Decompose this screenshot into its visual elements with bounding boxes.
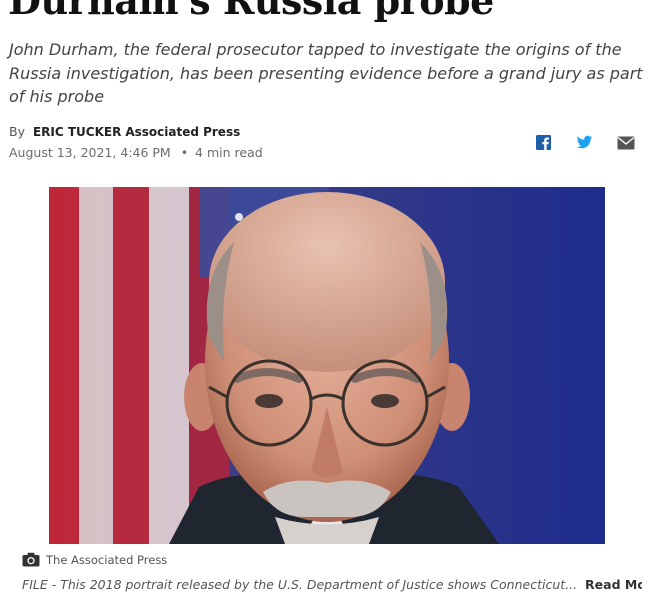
- camera-icon: [22, 552, 40, 567]
- article-photo[interactable]: [49, 187, 605, 544]
- portrait-illustration: [49, 187, 605, 544]
- email-icon[interactable]: [617, 136, 635, 150]
- photo-caption-text: FILE - This 2018 portrait released by th…: [22, 577, 578, 592]
- photo-caption: FILE - This 2018 portrait released by th…: [22, 577, 642, 592]
- byline-prefix: By: [9, 124, 25, 139]
- photo-credit: The Associated Press: [22, 552, 167, 567]
- article-headline: Durham's Russia probe: [8, 0, 494, 23]
- byline: By ERIC TUCKER Associated Press: [9, 124, 240, 139]
- share-bar: [535, 134, 635, 151]
- publish-date: August 13, 2021, 4:46 PM: [9, 145, 171, 160]
- read-time: 4 min read: [195, 145, 263, 160]
- photo-credit-text: The Associated Press: [46, 552, 168, 567]
- dateline: August 13, 2021, 4:46 PM • 4 min read: [9, 145, 263, 160]
- author-link[interactable]: ERIC TUCKER: [33, 125, 121, 139]
- read-more-link[interactable]: Read More: [585, 577, 642, 592]
- dateline-separator: •: [180, 145, 189, 160]
- facebook-icon[interactable]: [535, 134, 552, 151]
- twitter-icon[interactable]: [576, 134, 593, 151]
- article-page: Durham's Russia probe John Durham, the f…: [0, 0, 655, 600]
- author-organization: Associated Press: [125, 125, 241, 139]
- article-subhead: John Durham, the federal prosecutor tapp…: [9, 40, 643, 106]
